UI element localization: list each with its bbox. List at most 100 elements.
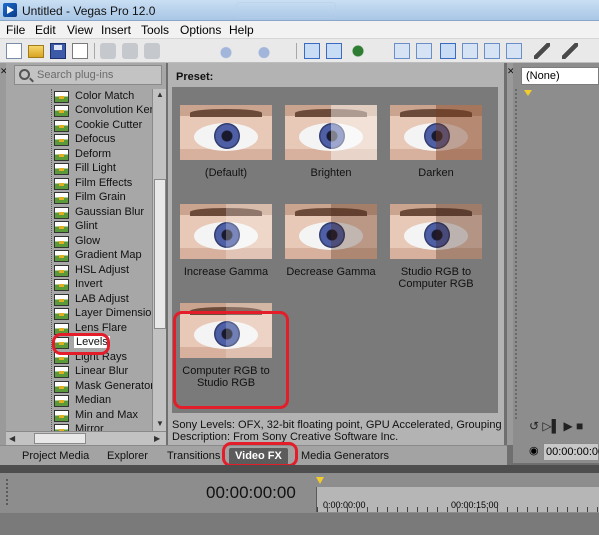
fx-icon — [54, 149, 69, 161]
tree-item-mask-generator[interactable]: Mask Generator — [54, 380, 152, 394]
menu-edit[interactable]: Edit — [35, 23, 56, 37]
highlight-ring — [52, 333, 110, 355]
tree-item-gaussian-blur[interactable]: Gaussian Blur — [54, 206, 152, 220]
properties-icon[interactable] — [72, 43, 88, 59]
fx-icon — [54, 105, 69, 117]
redo-icon[interactable] — [256, 43, 272, 59]
search-input[interactable] — [37, 68, 157, 82]
selection-tool-icon[interactable] — [462, 43, 478, 59]
playhead-icon[interactable] — [316, 477, 324, 484]
menu-view[interactable]: View — [67, 23, 93, 37]
preset-increase-gamma[interactable]: Increase Gamma — [174, 194, 274, 294]
panel-grip-dots — [515, 89, 517, 419]
preset-decrease-gamma[interactable]: Decrease Gamma — [279, 194, 379, 294]
tree-item-fill-light[interactable]: Fill Light — [54, 162, 152, 176]
eye-thumbnail — [390, 204, 482, 259]
menu-options[interactable]: Options — [180, 23, 221, 37]
paste-icon[interactable] — [144, 43, 160, 59]
ruler-ticks — [317, 507, 599, 512]
scrollbar-thumb[interactable] — [34, 433, 86, 444]
fx-icon — [54, 294, 69, 306]
cut-icon[interactable] — [100, 43, 116, 59]
save-disk-icon[interactable] — [50, 43, 66, 59]
tree-item-min-and-max[interactable]: Min and Max — [54, 409, 152, 423]
panel-grip-dots — [6, 479, 8, 505]
preset-brighten[interactable]: Brighten — [279, 95, 379, 195]
auto-ripple-icon[interactable] — [350, 43, 366, 59]
undo-icon[interactable] — [218, 43, 234, 59]
title-bar: Untitled - Vegas Pro 12.0 — [0, 0, 599, 21]
fx-icon — [54, 395, 69, 407]
preview-timecode: 00:00:00:00 — [543, 443, 599, 461]
tree-item-deform[interactable]: Deform — [54, 148, 152, 162]
timeline-ruler[interactable]: 0:00:00:00 00:00:15:00 — [316, 477, 599, 512]
toolbar-separator — [94, 43, 95, 59]
ignore-grouping-icon[interactable] — [416, 43, 432, 59]
tab-transitions[interactable]: Transitions — [167, 448, 220, 465]
scroll-left-icon[interactable]: ◀ — [9, 434, 15, 443]
tree-item-mirror[interactable]: Mirror — [54, 423, 152, 431]
tab-project-media[interactable]: Project Media — [22, 448, 89, 465]
scrollbar-thumb[interactable] — [154, 179, 166, 329]
open-folder-icon[interactable] — [28, 45, 44, 58]
tree-item-lab-adjust[interactable]: LAB Adjust — [54, 293, 152, 307]
tree-item-film-grain[interactable]: Film Grain — [54, 191, 152, 205]
track-area[interactable] — [0, 513, 599, 535]
transport-controls[interactable]: ↺ ▷▌ ▶ ■ — [529, 419, 583, 433]
fx-icon — [54, 250, 69, 262]
magnify-icon[interactable] — [506, 43, 522, 59]
copy-icon[interactable] — [122, 43, 138, 59]
tree-item-cookie-cutter[interactable]: Cookie Cutter — [54, 119, 152, 133]
tab-media-generators[interactable]: Media Generators — [301, 448, 389, 465]
lock-envelopes-icon[interactable] — [394, 43, 410, 59]
tree-item-glow[interactable]: Glow — [54, 235, 152, 249]
highlight-ring — [173, 311, 289, 409]
search-box[interactable] — [14, 65, 162, 85]
tree-item-invert[interactable]: Invert — [54, 278, 152, 292]
tab-explorer[interactable]: Explorer — [107, 448, 148, 465]
tree-item-convolution-kernel[interactable]: Convolution Kernel — [54, 104, 152, 118]
menu-tools[interactable]: Tools — [141, 23, 169, 37]
scroll-down-icon[interactable]: ▼ — [156, 419, 164, 428]
preset-darken[interactable]: Darken — [384, 95, 484, 195]
tree-horizontal-scrollbar[interactable]: ◀ ▶ — [6, 431, 166, 445]
fx-icon — [54, 424, 69, 431]
zoom-tool-icon[interactable] — [484, 43, 500, 59]
preview-combo[interactable]: (None) — [521, 67, 599, 85]
timeline-timecode: 00:00:00:00 — [206, 483, 296, 502]
tree-item-color-match[interactable]: Color Match — [54, 90, 152, 104]
tree-item-layer-dimensional[interactable]: Layer Dimensional — [54, 307, 152, 321]
normal-edit-tool-icon[interactable] — [304, 43, 320, 59]
timeline-divider[interactable] — [0, 465, 599, 473]
tree-item-film-effects[interactable]: Film Effects — [54, 177, 152, 191]
jog-icon[interactable]: ◉ — [529, 444, 539, 457]
preset-default[interactable]: (Default) — [174, 95, 274, 195]
scroll-right-icon[interactable]: ▶ — [154, 434, 160, 443]
brush-icon[interactable] — [534, 43, 550, 59]
menu-help[interactable]: Help — [229, 23, 254, 37]
menu-insert[interactable]: Insert — [101, 23, 131, 37]
tree-item-gradient-map[interactable]: Gradient Map — [54, 249, 152, 263]
fx-icon — [54, 91, 69, 103]
snapping-icon[interactable] — [440, 43, 456, 59]
tree-item-glint[interactable]: Glint — [54, 220, 152, 234]
preset-grid: (Default) Brighten Darken Increase Gamma… — [172, 87, 498, 413]
help-pointer-icon[interactable] — [562, 43, 578, 59]
fx-icon — [54, 308, 69, 320]
search-icon — [19, 69, 30, 80]
tree-item-hsl-adjust[interactable]: HSL Adjust — [54, 264, 152, 278]
tree-item-defocus[interactable]: Defocus — [54, 133, 152, 147]
tree-vertical-scrollbar[interactable]: ▲ ▼ — [152, 89, 166, 431]
new-file-icon[interactable] — [6, 43, 22, 59]
marker-icon — [524, 90, 532, 96]
menu-file[interactable]: File — [6, 23, 25, 37]
preset-studio-to-computer-rgb[interactable]: Studio RGB to Computer RGB — [384, 194, 484, 294]
timeline-area: 00:00:00:00 0:00:00:00 00:00:15:00 — [0, 473, 599, 535]
tree-item-linear-blur[interactable]: Linear Blur — [54, 365, 152, 379]
envelope-edit-tool-icon[interactable] — [326, 43, 342, 59]
fx-icon — [54, 134, 69, 146]
fx-icon — [54, 410, 69, 422]
plugin-description: Sony Levels: OFX, 32-bit floating point,… — [172, 419, 504, 443]
scroll-up-icon[interactable]: ▲ — [156, 90, 164, 99]
tree-item-median[interactable]: Median — [54, 394, 152, 408]
